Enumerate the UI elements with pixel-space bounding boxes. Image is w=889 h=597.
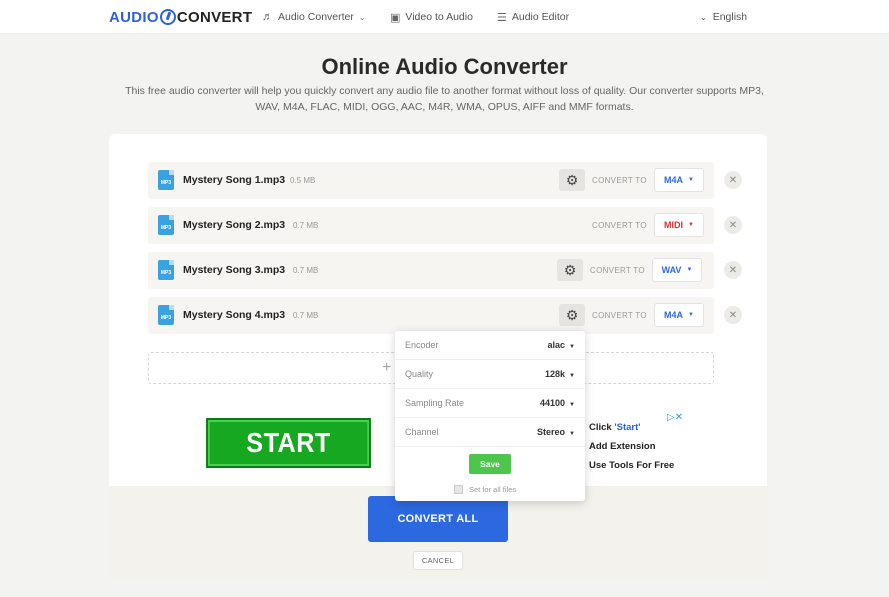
- file-row: MP3 Mystery Song 2.mp3 0.7 MB CONVERT TO…: [148, 207, 742, 244]
- mp3-file-icon: MP3: [158, 305, 174, 325]
- chevron-down-icon: ⌄: [358, 12, 366, 22]
- ad-line-3: Use Tools For Free: [589, 460, 675, 471]
- close-icon: ✕: [728, 219, 738, 231]
- checkbox-icon: [454, 485, 463, 494]
- video-icon: ▣: [390, 11, 401, 24]
- format-select[interactable]: MIDI ▼: [654, 213, 704, 237]
- file-name: Mystery Song 2.mp3: [183, 219, 286, 231]
- setting-label: Sampling Rate: [405, 398, 465, 408]
- close-icon: ✕: [728, 309, 738, 321]
- caret-down-icon: ▼: [688, 222, 694, 228]
- format-select[interactable]: WAV ▼: [652, 258, 702, 282]
- ad-text-block[interactable]: Click 'Start' Add Extension Use Tools Fo…: [589, 418, 674, 475]
- save-settings-button[interactable]: Save: [469, 454, 511, 474]
- file-size: 0.7 MB: [293, 221, 319, 230]
- site-logo[interactable]: AUDIO CONVERT: [109, 7, 252, 27]
- language-selector[interactable]: ⌄ English: [700, 9, 747, 25]
- set-for-all-files-label: Set for all files: [469, 485, 517, 494]
- convert-to-label: CONVERT TO: [592, 221, 647, 230]
- chevron-down-icon: ⌄: [700, 12, 707, 22]
- logo-icon: [159, 9, 176, 25]
- format-select[interactable]: M4A ▼: [654, 168, 704, 192]
- convert-to-label: CONVERT TO: [592, 176, 647, 185]
- language-label: English: [712, 11, 748, 23]
- remove-file-button[interactable]: ✕: [724, 216, 742, 234]
- remove-file-button[interactable]: ✕: [724, 306, 742, 324]
- file-size: 0.7 MB: [293, 266, 319, 275]
- close-icon: ✕: [728, 264, 738, 276]
- file-size: 0.7 MB: [293, 311, 319, 320]
- mp3-file-icon: MP3: [158, 260, 174, 280]
- nav-audio-converter-label: Audio Converter: [278, 11, 354, 23]
- ad-line-1-quote: 'Start': [614, 422, 641, 433]
- file-size: 0.5 MB: [290, 176, 316, 185]
- settings-gear-icon[interactable]: ⚙: [559, 169, 585, 191]
- file-name: Mystery Song 1.mp3: [183, 174, 286, 186]
- remove-file-button[interactable]: ✕: [724, 261, 742, 279]
- format-select[interactable]: M4A ▼: [654, 303, 704, 327]
- file-name: Mystery Song 4.mp3: [183, 309, 286, 321]
- caret-down-icon: ▼: [569, 431, 575, 437]
- caret-down-icon: ▼: [688, 177, 694, 183]
- caret-down-icon: ▼: [688, 312, 694, 318]
- plus-icon: +: [382, 359, 392, 376]
- setting-value[interactable]: 128k ▼: [545, 369, 575, 379]
- logo-text-audio: AUDIO: [109, 8, 159, 26]
- setting-label: Encoder: [405, 340, 439, 350]
- ad-line-2: Add Extension: [589, 441, 656, 452]
- setting-sampling-rate[interactable]: Sampling Rate 44100 ▼: [395, 389, 585, 418]
- caret-down-icon: ▼: [686, 267, 693, 273]
- setting-channel[interactable]: Channel Stereo ▼: [395, 418, 585, 447]
- format-value: M4A: [664, 310, 684, 320]
- setting-value[interactable]: 44100 ▼: [540, 398, 575, 408]
- caret-down-icon: ▼: [569, 373, 575, 379]
- convert-all-button[interactable]: CONVERT ALL: [368, 496, 508, 542]
- setting-quality[interactable]: Quality 128k ▼: [395, 360, 585, 389]
- setting-value-text: alac: [547, 340, 566, 350]
- file-row: MP3 Mystery Song 1.mp3 0.5 MB ⚙ CONVERT …: [148, 162, 742, 199]
- conversion-settings-popup: Encoder alac ▼ Quality 128k ▼ Sampling Rat…: [395, 331, 585, 501]
- top-navigation-bar: AUDIO CONVERT ♬ Audio Converter ⌄ ▣ Vide…: [0, 0, 889, 34]
- nav-video-to-audio-label: Video to Audio: [405, 11, 473, 23]
- ad-start-button[interactable]: START: [206, 418, 371, 468]
- set-for-all-files-checkbox[interactable]: Set for all files: [454, 485, 516, 494]
- setting-encoder[interactable]: Encoder alac ▼: [395, 331, 585, 360]
- setting-value-text: 128k: [545, 369, 566, 379]
- nav-video-to-audio[interactable]: ▣ Video to Audio: [390, 9, 473, 25]
- settings-gear-icon[interactable]: ⚙: [559, 304, 585, 326]
- file-name: Mystery Song 3.mp3: [183, 264, 286, 276]
- page-title: Online Audio Converter: [321, 54, 568, 79]
- setting-value[interactable]: Stereo ▼: [537, 427, 575, 437]
- caret-down-icon: ▼: [569, 344, 575, 350]
- ad-line-1-prefix: Click: [589, 422, 615, 433]
- music-note-icon: ♬: [262, 11, 273, 23]
- close-icon: ✕: [728, 174, 738, 186]
- file-row: MP3 Mystery Song 3.mp3 0.7 MB ⚙ CONVERT …: [148, 252, 742, 289]
- logo-text-convert: CONVERT: [176, 8, 253, 26]
- nav-audio-editor[interactable]: ☰ Audio Editor: [497, 9, 569, 25]
- format-value: WAV: [661, 265, 682, 275]
- setting-label: Quality: [405, 369, 434, 379]
- nav-audio-converter[interactable]: ♬ Audio Converter ⌄: [262, 9, 366, 25]
- settings-gear-icon[interactable]: ⚙: [557, 259, 583, 281]
- setting-label: Channel: [405, 427, 439, 437]
- format-value: M4A: [664, 175, 684, 185]
- mp3-file-icon: MP3: [158, 170, 174, 190]
- ad-line-1: Click 'Start': [589, 418, 674, 437]
- setting-value[interactable]: alac ▼: [548, 340, 575, 350]
- caret-down-icon: ▼: [569, 402, 575, 408]
- sliders-icon: ☰: [497, 11, 507, 24]
- page-subtitle: This free audio converter will help you …: [125, 85, 764, 113]
- remove-file-button[interactable]: ✕: [724, 171, 742, 189]
- cancel-button[interactable]: CANCEL: [413, 551, 463, 570]
- nav-audio-editor-label: Audio Editor: [511, 11, 570, 23]
- setting-value-text: Stereo: [537, 427, 566, 437]
- format-value: MIDI: [664, 220, 684, 230]
- convert-to-label: CONVERT TO: [592, 311, 647, 320]
- file-row: MP3 Mystery Song 4.mp3 0.7 MB ⚙ CONVERT …: [148, 297, 742, 334]
- setting-value-text: 44100: [540, 398, 566, 408]
- convert-to-label: CONVERT TO: [590, 266, 645, 275]
- mp3-file-icon: MP3: [158, 215, 174, 235]
